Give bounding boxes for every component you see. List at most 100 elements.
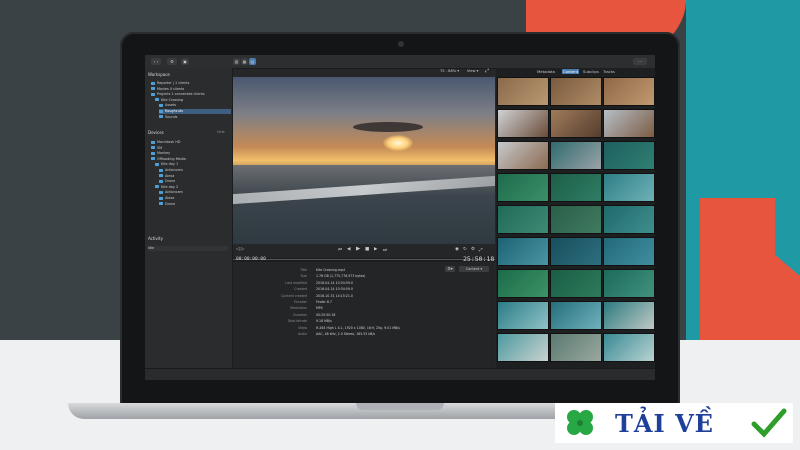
logo-text: TẢI VỀ	[615, 409, 714, 438]
timeline-scrubber[interactable]	[233, 258, 495, 262]
expand-icon[interactable]: ⤢	[479, 247, 483, 253]
sidebar-item[interactable]: Assets	[159, 103, 231, 108]
folder-icon	[159, 202, 163, 206]
view-menu[interactable]: View ▾	[467, 69, 478, 73]
folder-icon	[155, 98, 159, 102]
sidebar-item[interactable]: Reporter | 1 clients	[151, 81, 231, 86]
sidebar-item[interactable]: Alexa	[159, 174, 231, 179]
clip-thumbnail[interactable]	[603, 301, 655, 330]
volume-icon[interactable]: ◉	[455, 247, 459, 252]
clip-thumbnail[interactable]	[497, 301, 549, 330]
layout-icon[interactable]: ▥	[233, 58, 240, 65]
sidebar-item-label: Movies 0 clients	[157, 86, 185, 91]
sidebar-item[interactable]: Actioncam	[159, 168, 231, 173]
sidebar: Workspace Reporter | 1 clients Movies 0 c…	[145, 68, 233, 368]
video-viewer[interactable]	[233, 77, 495, 244]
clip-thumbnail[interactable]	[550, 141, 602, 170]
grid-icon[interactable]: ▦	[241, 58, 248, 65]
metadata-value: MP4	[316, 306, 323, 311]
clip-thumbnail[interactable]	[603, 205, 655, 234]
tab-content[interactable]: Content	[562, 69, 580, 74]
sidebar-item[interactable]: Offloading Media	[151, 157, 231, 162]
clip-thumbnail[interactable]	[497, 269, 549, 298]
sidebar-item-label: Reporter | 1 clients	[157, 81, 190, 85]
clip-thumbnail[interactable]	[497, 173, 549, 202]
metadata-label: Created	[294, 287, 307, 292]
sidebar-item[interactable]: Drone	[159, 179, 231, 184]
sidebar-item[interactable]: Projects 1 connected clients	[151, 92, 231, 97]
folder-icon	[159, 179, 163, 183]
clip-thumbnail[interactable]	[550, 173, 602, 202]
sidebar-item[interactable]: Movies 0 clients	[151, 87, 231, 92]
audio-meter-icon[interactable]: ◁ ▷	[236, 247, 244, 252]
sidebar-item[interactable]: Drone	[159, 202, 231, 207]
sidebar-item-label: Alexa	[165, 173, 175, 178]
zoom-menu[interactable]: 75 - 88% ▾	[440, 69, 459, 73]
metadata-panel: Title Kite Crossing.mp4 Size 1.76 GB (1,775…	[233, 263, 495, 368]
sidebar-item[interactable]: Kite day 2	[155, 185, 231, 190]
clip-thumbnail[interactable]	[497, 77, 549, 106]
tab-subclips[interactable]: Subclips	[582, 69, 600, 74]
sidebar-item[interactable]: Actioncam	[159, 190, 231, 195]
check-icon	[751, 408, 787, 438]
clip-thumbnail[interactable]	[550, 301, 602, 330]
content-dropdown[interactable]: Content ▾	[459, 266, 489, 272]
stop-icon[interactable]: ■	[365, 247, 369, 252]
sidebar-item[interactable]: Kite day 1	[155, 162, 231, 167]
clip-thumbnail[interactable]	[603, 141, 655, 170]
metadata-label: Resolution	[290, 306, 307, 311]
tab-tracks[interactable]: Tracks	[602, 69, 616, 74]
gear-icon[interactable]: ⚙▾	[445, 266, 455, 272]
sidebar-item[interactable]: Roughcuts	[159, 109, 231, 114]
metadata-value: 2016-10-31 14:15:21.0	[316, 293, 353, 298]
devices-hide-link[interactable]: Hide	[217, 130, 225, 134]
camera-icon	[398, 41, 404, 47]
tab-metadata[interactable]: Metadata	[536, 69, 556, 74]
clip-thumbnail[interactable]	[603, 333, 655, 362]
filmstrip-icon[interactable]: ▤	[249, 58, 256, 65]
timecode-current: 00:00:00:00	[236, 257, 266, 262]
clip-thumbnail[interactable]	[603, 77, 655, 106]
clip-thumbnail[interactable]	[550, 109, 602, 138]
skip-back-icon[interactable]: ⏮	[338, 247, 342, 253]
skip-forward-icon[interactable]: ⏭	[383, 247, 387, 253]
sidebar-item[interactable]: Kite Crossing	[155, 98, 231, 103]
back-forward-button[interactable]: ‹ ›	[151, 58, 161, 65]
step-forward-icon[interactable]: ▶	[374, 247, 377, 252]
clip-thumbnail[interactable]	[497, 333, 549, 362]
clip-thumbnail[interactable]	[603, 173, 655, 202]
settings-icon[interactable]: ⚙	[471, 247, 475, 252]
clip-thumbnail[interactable]	[550, 269, 602, 298]
clip-thumbnail[interactable]	[550, 77, 602, 106]
sidebar-item[interactable]: Alexa	[159, 196, 231, 201]
metadata-value: 1.76 GB (1,775,776,973 bytes)	[316, 274, 366, 279]
sidebar-item[interactable]: Macintosh HD	[151, 140, 231, 145]
clip-thumbnail[interactable]	[550, 205, 602, 234]
sidebar-item[interactable]: Sounds	[159, 115, 231, 120]
clip-thumbnail[interactable]	[603, 269, 655, 298]
sidebar-item[interactable]: Monkey	[151, 151, 231, 156]
clip-thumbnail[interactable]	[497, 237, 549, 266]
step-back-icon[interactable]: ◀	[347, 247, 350, 252]
brand-logo: TẢI VỀ	[555, 403, 793, 443]
metadata-label: Duration	[293, 312, 307, 317]
clip-thumbnail[interactable]	[550, 333, 602, 362]
clip-thumbnail[interactable]	[497, 141, 549, 170]
clip-thumbnail[interactable]	[497, 109, 549, 138]
gear-icon[interactable]: ⚙	[167, 58, 177, 65]
clip-thumbnail[interactable]	[603, 109, 655, 138]
clip-thumbnail[interactable]	[497, 205, 549, 234]
clip-thumbnail[interactable]	[550, 237, 602, 266]
sidebar-item-label: Macintosh HD	[157, 140, 181, 144]
play-button[interactable]: ▶	[356, 246, 360, 252]
fullscreen-icon[interactable]: ⤢	[485, 68, 489, 74]
sidebar-item-label: Projects 1 connected clients	[157, 92, 205, 97]
window-controls-icon[interactable]: ⋯	[633, 58, 647, 65]
metadata-value: 2016-04-14 10:34:59.0	[316, 280, 353, 285]
loop-icon[interactable]: ↻	[463, 247, 467, 252]
clip-thumbnail[interactable]	[603, 237, 655, 266]
sidebar-item[interactable]: SM	[151, 146, 231, 151]
share-icon[interactable]: ▣	[181, 58, 189, 65]
metadata-label: Total bitrate	[287, 319, 307, 324]
sidebar-item-label: SM	[157, 145, 163, 150]
